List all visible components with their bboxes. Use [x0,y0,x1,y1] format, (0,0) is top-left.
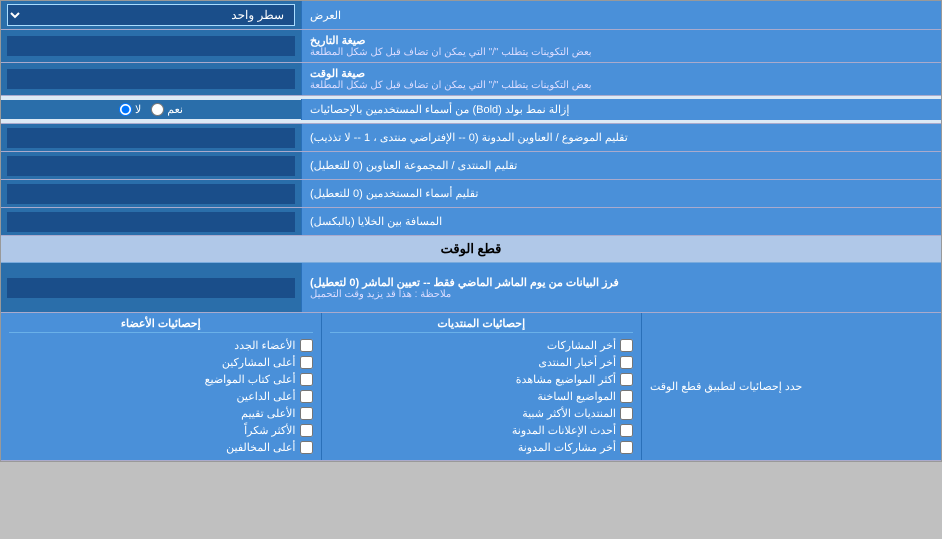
checkbox-most-viewed[interactable] [620,373,633,386]
cell-spacing-row: المسافة بين الخلايا (بالبكسل) 2 [1,208,941,236]
checkbox-item: أحدث الإعلانات المدونة [330,422,634,439]
forum-limit-field[interactable]: 33 [7,156,295,176]
topics-limit-field[interactable]: 33 [7,128,295,148]
checkbox-top-writers[interactable] [300,373,313,386]
checkbox-item: أعلى كتاب المواضيع [9,371,313,388]
time-cutoff-header: قطع الوقت [1,236,941,263]
checkbox-item: الأعلى تقييم [9,405,313,422]
time-format-row: صيغة الوقت بعض التكوينات يتطلب "/" التي … [1,63,941,96]
main-container: العرض سطر واحد سطرين ثلاثة أسطر صيغة الت… [0,0,942,462]
bold-remove-options[interactable]: نعم لا [1,100,301,119]
users-limit-input[interactable]: 0 [1,180,301,207]
checkbox-top-posters[interactable] [300,356,313,369]
users-limit-label: تقليم أسماء المستخدمين (0 للتعطيل) [301,180,941,207]
forum-limit-input[interactable]: 33 [1,152,301,179]
checkbox-item: المواضيع الساخنة [330,388,634,405]
checkboxes-container: حدد إحصائيات لتطبيق قطع الوقت إحصائيات ا… [1,313,941,461]
checkbox-top-invitors[interactable] [300,390,313,403]
date-format-input[interactable]: d-m [1,30,301,62]
forum-limit-row: تقليم المنتدى / المجموعة العناوين (0 للت… [1,152,941,180]
checkbox-item: أخر مشاركات المدونة [330,439,634,456]
apply-label: حدد إحصائيات لتطبيق قطع الوقت [641,313,941,460]
bold-yes-radio[interactable] [151,103,164,116]
time-cutoff-label: فرز البيانات من يوم الماشر الماضي فقط --… [301,263,941,312]
bold-remove-row: إزالة نمط بولد (Bold) من أسماء المستخدمي… [1,96,941,124]
display-mode-row: العرض سطر واحد سطرين ثلاثة أسطر [1,1,941,30]
cell-spacing-field[interactable]: 2 [7,212,295,232]
bold-remove-label: إزالة نمط بولد (Bold) من أسماء المستخدمي… [301,99,941,120]
topics-limit-input[interactable]: 33 [1,124,301,151]
checkbox-item: أخر أخبار المنتدى [330,354,634,371]
checkbox-item: أعلى الداعين [9,388,313,405]
checkbox-new-members[interactable] [300,339,313,352]
date-format-row: صيغة التاريخ بعض التكوينات يتطلب "/" الت… [1,30,941,63]
checkbox-item: الأكثر شكراً [9,422,313,439]
checkbox-item: الأعضاء الجدد [9,337,313,354]
checkbox-item: أكثر المواضيع مشاهدة [330,371,634,388]
bold-no-option[interactable]: لا [119,103,141,116]
users-limit-row: تقليم أسماء المستخدمين (0 للتعطيل) 0 [1,180,941,208]
checkbox-last-news[interactable] [620,356,633,369]
forums-stats-header: إحصائيات المنتديات [330,317,634,333]
time-format-label: صيغة الوقت بعض التكوينات يتطلب "/" التي … [301,63,941,95]
date-format-field[interactable]: d-m [7,36,295,56]
checkbox-item: أعلى المشاركين [9,354,313,371]
bold-no-radio[interactable] [119,103,132,116]
checkbox-hot-topics[interactable] [620,390,633,403]
checkbox-top-violators[interactable] [300,441,313,454]
checkbox-latest-announcements[interactable] [620,424,633,437]
users-limit-field[interactable]: 0 [7,184,295,204]
time-cutoff-field[interactable]: 0 [7,278,295,298]
display-mode-select[interactable]: سطر واحد سطرين ثلاثة أسطر [7,4,295,26]
topics-limit-label: تقليم الموضوع / العناوين المدونة (0 -- ا… [301,124,941,151]
cell-spacing-label: المسافة بين الخلايا (بالبكسل) [301,208,941,235]
time-cutoff-row: فرز البيانات من يوم الماشر الماضي فقط --… [1,263,941,313]
checkbox-item: أخر المشاركات [330,337,634,354]
topics-limit-row: تقليم الموضوع / العناوين المدونة (0 -- ا… [1,124,941,152]
checkbox-blog-posts[interactable] [620,441,633,454]
forum-limit-label: تقليم المنتدى / المجموعة العناوين (0 للت… [301,152,941,179]
cell-spacing-input[interactable]: 2 [1,208,301,235]
display-mode-label: العرض [301,1,941,29]
checkbox-most-thanked[interactable] [300,424,313,437]
time-format-field[interactable]: H:i [7,69,295,89]
time-format-input[interactable]: H:i [1,63,301,95]
checkbox-item: المنتديات الأكثر شبية [330,405,634,422]
checkbox-top-rated[interactable] [300,407,313,420]
members-stats-col: إحصائيات الأعضاء الأعضاء الجدد أعلى المش… [1,313,321,460]
time-cutoff-input[interactable]: 0 [1,263,301,312]
checkbox-most-similar[interactable] [620,407,633,420]
display-mode-input[interactable]: سطر واحد سطرين ثلاثة أسطر [1,1,301,29]
checkbox-last-posts[interactable] [620,339,633,352]
bold-yes-option[interactable]: نعم [151,103,183,116]
date-format-label: صيغة التاريخ بعض التكوينات يتطلب "/" الت… [301,30,941,62]
forums-stats-col: إحصائيات المنتديات أخر المشاركات أخر أخب… [321,313,642,460]
members-stats-header: إحصائيات الأعضاء [9,317,313,333]
checkbox-item: أعلى المخالفين [9,439,313,456]
